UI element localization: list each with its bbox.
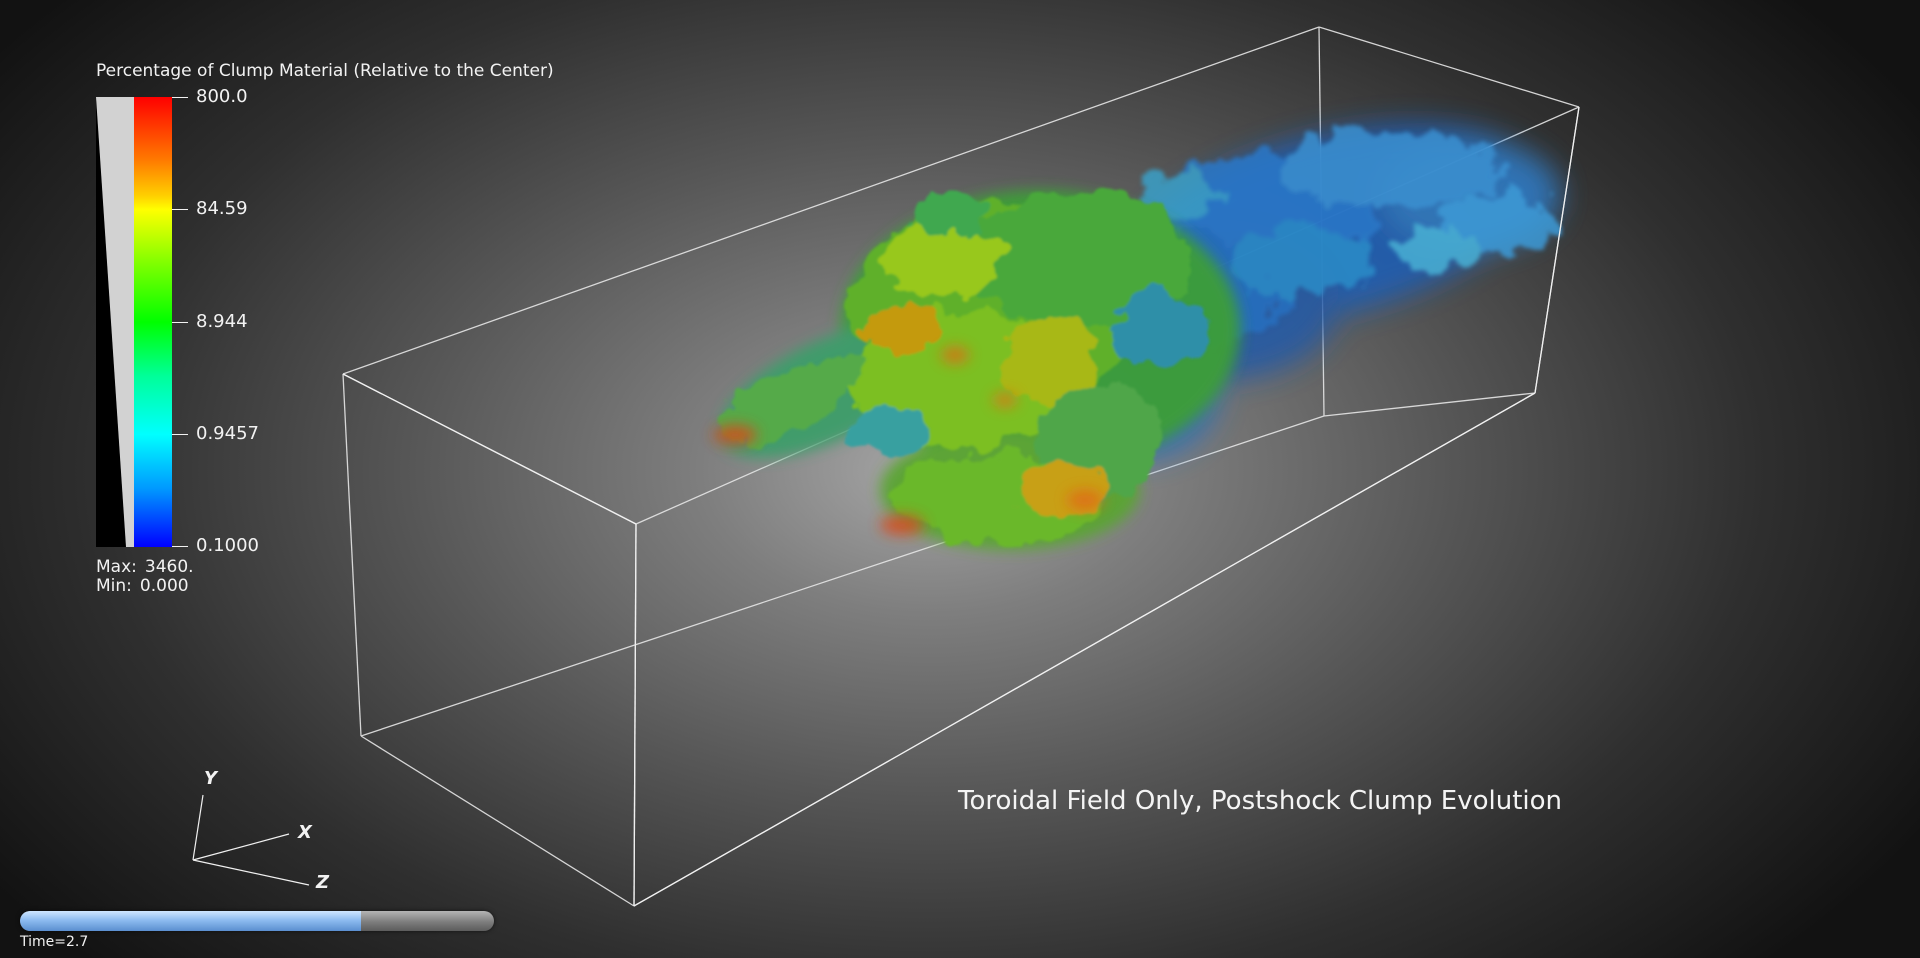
legend-min-value: 0.000 [139,576,189,596]
axes-triad [192,794,310,886]
time-slider[interactable] [20,911,494,931]
legend-tick-label: 8.944 [196,311,248,332]
legend-title: Percentage of Clump Material (Relative t… [96,61,554,81]
x-axis-label: X [297,822,313,843]
simulation-title: Toroidal Field Only, Postshock Clump Evo… [958,786,1563,816]
visualization-viewport[interactable]: Y X Z Percentage of Clump Material (Rela… [0,0,1920,958]
opacity-ramp [96,97,134,547]
time-slider-fill [20,911,362,931]
clump-volume-render [713,123,1560,550]
legend-max: Max: 3460. [96,557,194,577]
legend-tick [172,434,188,435]
legend-tick [172,97,188,98]
z-axis-label: Z [315,872,330,893]
y-axis-label: Y [204,768,219,789]
legend-tick [172,546,188,547]
legend-tick-label: 800.0 [196,86,248,107]
legend-tick-label: 0.9457 [196,423,259,444]
legend-tick [172,322,188,323]
legend-max-label: Max: [96,557,137,577]
legend-tick-label: 84.59 [196,198,248,219]
legend-tick-label: 0.1000 [196,535,259,556]
legend-tick [172,209,188,210]
legend-max-value: 3460. [144,557,194,577]
time-label: Time=2.7 [20,934,89,950]
legend-min: Min: 0.000 [96,576,189,596]
color-bar [134,97,172,547]
legend-min-label: Min: [96,576,132,596]
